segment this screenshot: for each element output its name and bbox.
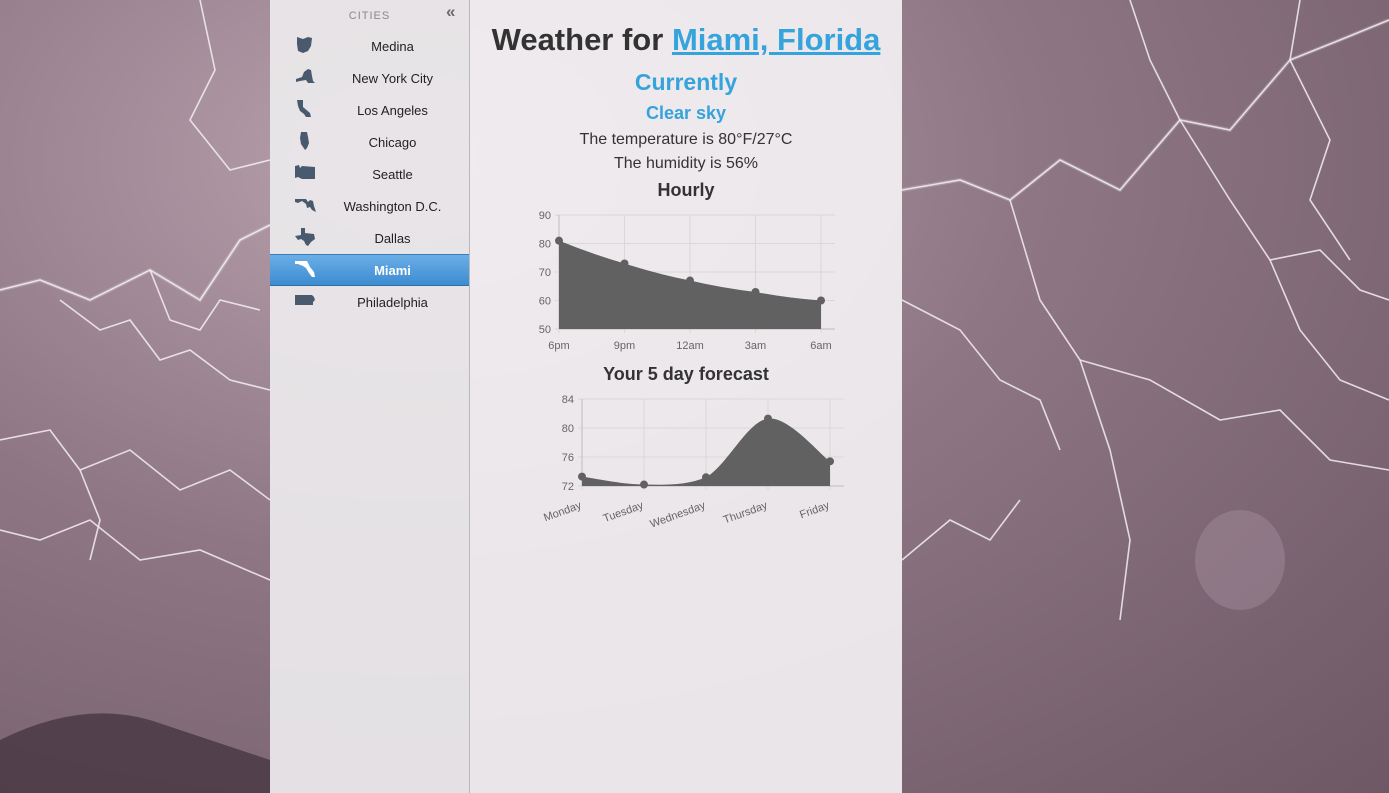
data-point: [751, 287, 760, 296]
x-tick-label: 6pm: [548, 340, 569, 352]
x-tick-label: 6am: [810, 340, 831, 352]
y-tick-label: 76: [562, 452, 574, 464]
data-point: [640, 480, 648, 489]
x-tick-label: 12am: [676, 340, 704, 352]
california-state-icon: [294, 100, 316, 118]
x-tick-label: 3am: [745, 340, 766, 352]
sidebar-item-label: Washington D.C.: [343, 199, 442, 214]
florida-state-icon: [294, 260, 316, 278]
data-point: [686, 276, 694, 285]
x-tick-label: Friday: [798, 499, 831, 521]
y-tick-label: 90: [539, 210, 551, 222]
y-tick-label: 84: [562, 394, 574, 406]
hourly-heading: Hourly: [657, 180, 715, 200]
sidebar-item-dallas[interactable]: Dallas: [270, 222, 469, 254]
y-tick-label: 72: [562, 481, 574, 493]
x-tick-label: Wednesday: [649, 499, 708, 528]
sidebar-item-seattle[interactable]: Seattle: [270, 158, 469, 190]
ohio-state-icon: [294, 36, 316, 54]
data-point: [555, 236, 563, 245]
sidebar-item-label: Philadelphia: [357, 295, 428, 310]
currently-heading: Currently: [634, 69, 738, 95]
y-tick-label: 80: [539, 239, 551, 251]
data-point: [578, 472, 586, 481]
sidebar-item-medina[interactable]: Medina: [270, 30, 469, 62]
sidebar-item-new-york-city[interactable]: New York City: [270, 62, 469, 94]
sidebar-item-label: Dallas: [374, 231, 411, 246]
y-tick-label: 70: [539, 267, 551, 279]
texas-state-icon: [294, 228, 316, 246]
weather-panel: Weather for Miami, Florida Currently Cle…: [470, 0, 902, 793]
sidebar-item-label: Chicago: [368, 135, 417, 150]
sidebar-item-chicago[interactable]: Chicago: [270, 126, 469, 158]
sidebar-header: CITIES: [348, 10, 391, 22]
sidebar-item-philadelphia[interactable]: Philadelphia: [270, 286, 469, 318]
double-chevron-left-icon[interactable]: «: [446, 3, 462, 20]
data-point: [826, 457, 834, 466]
sidebar-item-label: Miami: [374, 263, 411, 278]
x-tick-label: Tuesday: [602, 499, 646, 525]
data-point: [702, 473, 710, 482]
humidity-text: The humidity is 56%: [613, 155, 759, 172]
sidebar-item-label: Medina: [371, 39, 414, 54]
sidebar-item-label: Los Angeles: [357, 103, 428, 118]
pennsylvania-state-icon: [294, 292, 316, 310]
forecast-chart: 84 80 76 72 Monday Tuesday Wednesday Thursday Fr…: [542, 394, 844, 528]
maryland-state-icon: [294, 196, 316, 214]
city-list: Medina New York City Los Angeles Chicago…: [270, 30, 469, 318]
y-tick-label: 50: [539, 324, 551, 336]
y-tick-label: 60: [539, 296, 551, 308]
washington-state-icon: [294, 164, 316, 182]
forecast-heading: Your 5 day forecast: [603, 364, 769, 384]
sidebar-item-washington-dc[interactable]: Washington D.C.: [270, 190, 469, 222]
cities-sidebar: CITIES « Medina New York City Los Angele…: [270, 0, 470, 793]
x-tick-label: 9pm: [614, 340, 635, 352]
data-point: [764, 414, 772, 423]
data-point: [817, 296, 825, 305]
illinois-state-icon: [294, 132, 316, 150]
x-tick-label: Monday: [542, 499, 583, 524]
weather-summary: Clear sky: [645, 103, 727, 123]
page-title: Weather for Miami, Florida: [470, 22, 902, 58]
y-tick-label: 80: [562, 423, 574, 435]
location-link[interactable]: Miami, Florida: [672, 22, 880, 57]
new-york-state-icon: [294, 68, 316, 86]
sidebar-item-label: New York City: [352, 71, 433, 86]
title-prefix: Weather for: [491, 22, 664, 57]
temperature-text: The temperature is 80°F/27°C: [579, 131, 793, 148]
sidebar-item-los-angeles[interactable]: Los Angeles: [270, 94, 469, 126]
sidebar-item-miami[interactable]: Miami: [270, 254, 469, 286]
hourly-chart: 90 80 70 60 50 6pm 9pm 12am 3am 6am: [539, 210, 835, 352]
sidebar-item-label: Seattle: [372, 167, 413, 182]
x-tick-label: Thursday: [722, 499, 770, 526]
data-point: [620, 259, 629, 268]
